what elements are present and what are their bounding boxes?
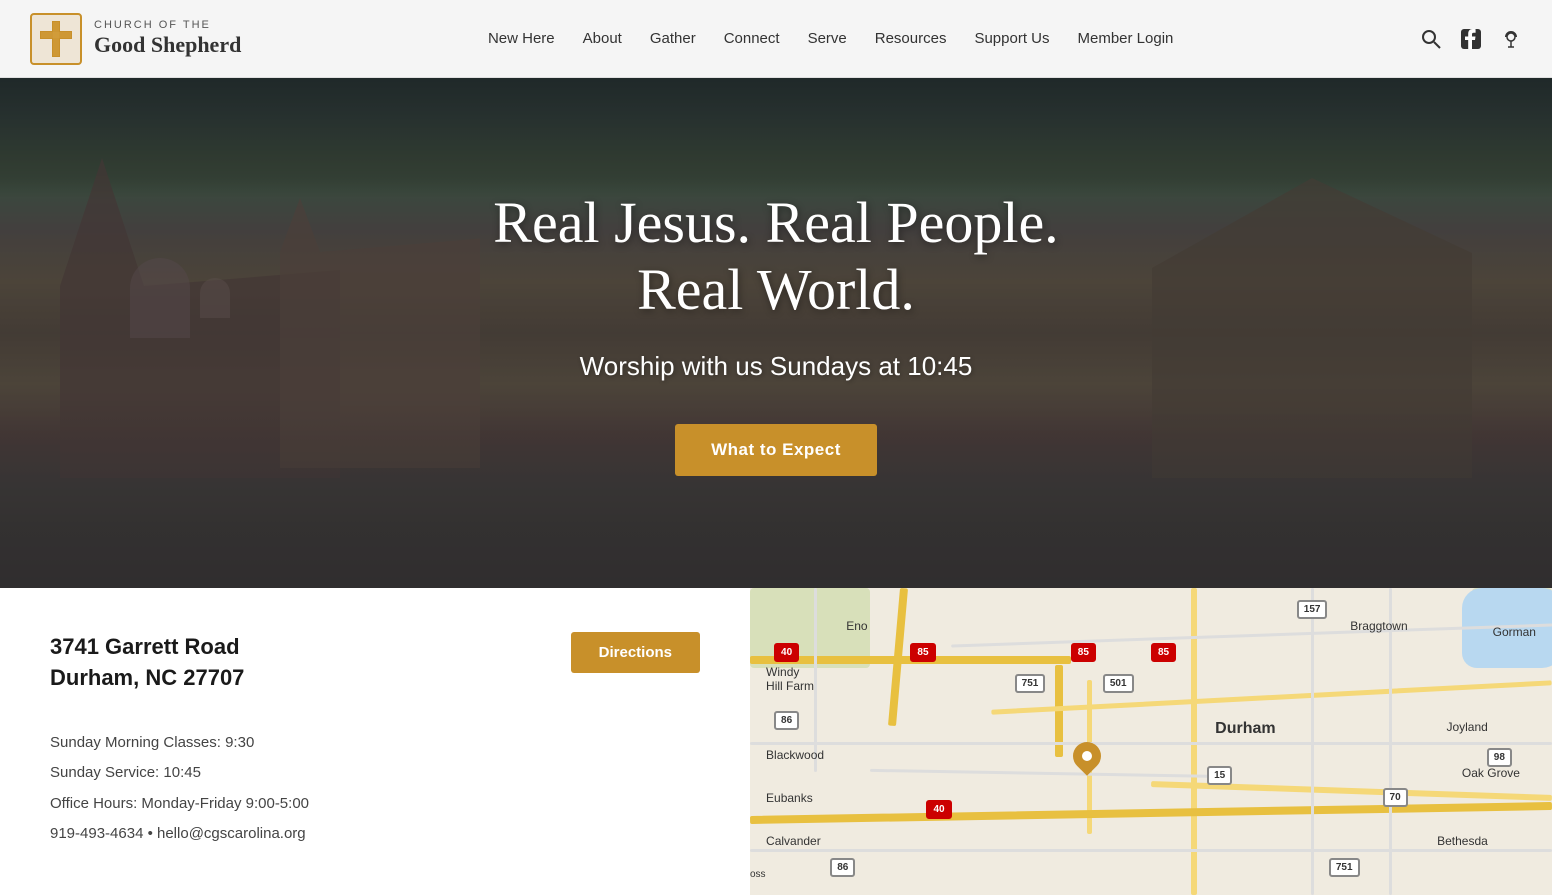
what-to-expect-button[interactable]: What to Expect bbox=[675, 424, 877, 476]
map-local-6 bbox=[1311, 588, 1314, 895]
header: CHURCH OF THE Good Shepherd New Here Abo… bbox=[0, 0, 1552, 78]
nav-member-login[interactable]: Member Login bbox=[1078, 30, 1174, 47]
address-line2: Durham, NC 27707 bbox=[50, 663, 244, 694]
map-label-gorman: Gorman bbox=[1493, 625, 1536, 639]
podcast-icon[interactable] bbox=[1500, 28, 1522, 50]
map-label-braggtown: Braggtown bbox=[1350, 619, 1407, 633]
map-location-pin[interactable] bbox=[1073, 742, 1101, 778]
map-shield-751-2: 751 bbox=[1329, 858, 1360, 877]
nav-new-here[interactable]: New Here bbox=[488, 30, 555, 47]
map-local-2 bbox=[750, 742, 1552, 745]
map-label-eno: Eno bbox=[846, 619, 867, 633]
map-label-blackwood: Blackwood bbox=[766, 748, 824, 762]
map-shield-i40: 40 bbox=[774, 643, 799, 662]
schedule-item-service: Sunday Service: 10:45 bbox=[50, 762, 700, 785]
nav-serve[interactable]: Serve bbox=[808, 30, 847, 47]
schedule-item-office: Office Hours: Monday-Friday 9:00-5:00 bbox=[50, 793, 700, 816]
info-panel: 3741 Garrett Road Durham, NC 27707 Direc… bbox=[0, 588, 750, 895]
directions-button[interactable]: Directions bbox=[571, 632, 700, 673]
map-label-oss: oss bbox=[750, 869, 766, 880]
nav-about[interactable]: About bbox=[583, 30, 622, 47]
map-shield-98: 98 bbox=[1487, 748, 1512, 767]
address-line1: 3741 Garrett Road bbox=[50, 632, 244, 663]
pin-dot bbox=[1080, 748, 1094, 762]
hero-title: Real Jesus. Real People.Real World. bbox=[493, 190, 1058, 323]
map-panel[interactable]: Eno Braggtown Gorman WindyHill Farm Durh… bbox=[750, 588, 1552, 895]
facebook-icon[interactable] bbox=[1460, 28, 1482, 50]
map-label-calvander: Calvander bbox=[766, 834, 821, 848]
schedule-item-contact: 919-493-4634 • hello@cgscarolina.org bbox=[50, 823, 700, 846]
map-shield-70: 70 bbox=[1383, 788, 1408, 807]
logo-icon bbox=[30, 13, 82, 65]
logo[interactable]: CHURCH OF THE Good Shepherd bbox=[30, 13, 241, 65]
map-label-bethesda: Bethesda bbox=[1437, 834, 1488, 848]
map-shield-i85-1: 85 bbox=[910, 643, 935, 662]
schedule-item-classes: Sunday Morning Classes: 9:30 bbox=[50, 732, 700, 755]
map-shield-i85-2: 85 bbox=[1071, 643, 1096, 662]
map-local-1 bbox=[814, 588, 817, 772]
hero-section: Real Jesus. Real People.Real World. Wors… bbox=[0, 78, 1552, 588]
hero-subtitle: Worship with us Sundays at 10:45 bbox=[493, 351, 1058, 382]
nav-resources[interactable]: Resources bbox=[875, 30, 947, 47]
lower-section: 3741 Garrett Road Durham, NC 27707 Direc… bbox=[0, 588, 1552, 895]
schedule: Sunday Morning Classes: 9:30 Sunday Serv… bbox=[50, 732, 700, 846]
map-label-joyland: Joyland bbox=[1446, 720, 1487, 734]
map-label-windyhill: WindyHill Farm bbox=[766, 665, 814, 693]
header-icons bbox=[1420, 28, 1522, 50]
search-icon[interactable] bbox=[1420, 28, 1442, 50]
nav-support-us[interactable]: Support Us bbox=[974, 30, 1049, 47]
map-label-durham: Durham bbox=[1215, 720, 1275, 738]
logo-name: Good Shepherd bbox=[94, 32, 241, 58]
map-shield-751: 751 bbox=[1015, 674, 1046, 693]
map-label-oakgrove: Oak Grove bbox=[1462, 766, 1520, 780]
map-shield-86-2: 86 bbox=[830, 858, 855, 877]
pin-body bbox=[1067, 736, 1107, 776]
logo-text: CHURCH OF THE Good Shepherd bbox=[94, 19, 241, 59]
map-shield-i85-3: 85 bbox=[1151, 643, 1176, 662]
map-shield-15: 15 bbox=[1207, 766, 1232, 785]
main-nav: New Here About Gather Connect Serve Reso… bbox=[488, 30, 1173, 47]
map-shield-501: 501 bbox=[1103, 674, 1134, 693]
hero-content: Real Jesus. Real People.Real World. Wors… bbox=[473, 190, 1078, 476]
map-shield-86-1: 86 bbox=[774, 711, 799, 730]
map-shield-157: 157 bbox=[1297, 600, 1328, 619]
map-label-eubanks: Eubanks bbox=[766, 791, 813, 805]
nav-connect[interactable]: Connect bbox=[724, 30, 780, 47]
map-local-5 bbox=[750, 849, 1552, 852]
address: 3741 Garrett Road Durham, NC 27707 bbox=[50, 632, 244, 694]
map-shield-i40-bottom: 40 bbox=[926, 800, 951, 819]
logo-church-of: CHURCH OF THE bbox=[94, 19, 241, 32]
nav-gather[interactable]: Gather bbox=[650, 30, 696, 47]
